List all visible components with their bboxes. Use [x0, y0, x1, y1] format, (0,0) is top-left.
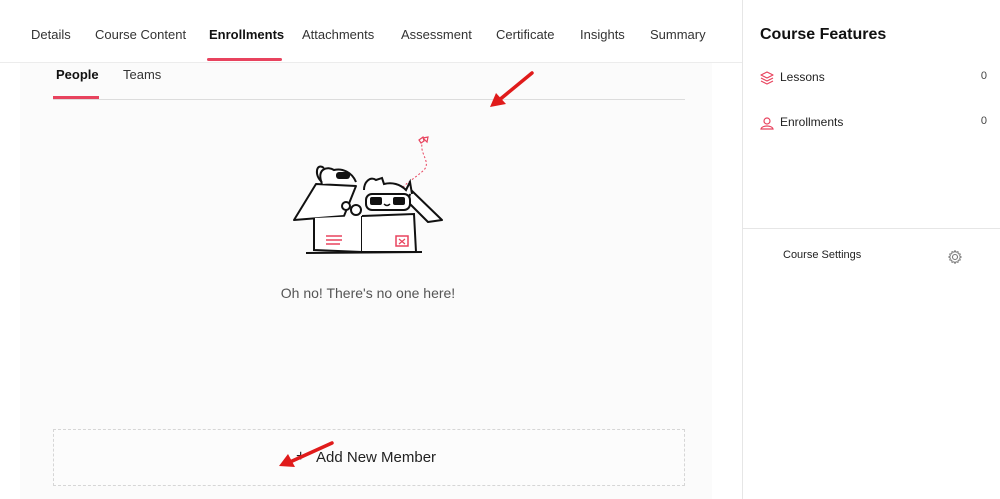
tab-course-content[interactable]: Course Content	[95, 27, 186, 42]
tab-attachments[interactable]: Attachments	[302, 27, 374, 42]
main-panel: Details Course Content Enrollments Attac…	[0, 0, 742, 499]
active-tab-indicator	[207, 58, 282, 61]
annotation-arrow-icon	[279, 441, 334, 467]
feature-label: Lessons	[780, 70, 825, 84]
tab-insights[interactable]: Insights	[580, 27, 625, 42]
course-features-sidebar: Course Features Lessons 0 Enrollments 0 …	[742, 0, 1000, 499]
gear-icon[interactable]	[947, 249, 963, 265]
empty-box-illustration	[293, 135, 443, 254]
course-tabs: Details Course Content Enrollments Attac…	[0, 0, 742, 63]
enrollment-subtabs: People Teams	[53, 62, 685, 100]
subtab-people[interactable]: People	[56, 67, 99, 82]
feature-count: 0	[980, 70, 987, 82]
empty-state-message: Oh no! There's no one here!	[280, 285, 456, 301]
tab-certificate[interactable]: Certificate	[496, 27, 555, 42]
subtab-teams[interactable]: Teams	[123, 67, 161, 82]
tab-details[interactable]: Details	[31, 27, 71, 42]
users-icon	[760, 117, 774, 130]
tab-enrollments[interactable]: Enrollments	[209, 27, 284, 42]
tab-assessment[interactable]: Assessment	[401, 27, 472, 42]
feature-item-lessons[interactable]: Lessons 0	[743, 68, 1000, 88]
active-subtab-indicator	[53, 96, 99, 99]
feature-item-enrollments[interactable]: Enrollments 0	[743, 113, 1000, 133]
annotation-arrow-icon	[490, 71, 534, 107]
sidebar-divider	[743, 228, 1000, 229]
add-new-member-button[interactable]: + Add New Member	[53, 429, 685, 486]
layers-icon	[760, 71, 774, 85]
course-settings-label: Course Settings	[783, 249, 862, 261]
feature-label: Enrollments	[780, 115, 844, 129]
sidebar-title: Course Features	[760, 26, 887, 43]
tab-summary[interactable]: Summary	[650, 27, 706, 42]
feature-count: 0	[980, 115, 987, 127]
